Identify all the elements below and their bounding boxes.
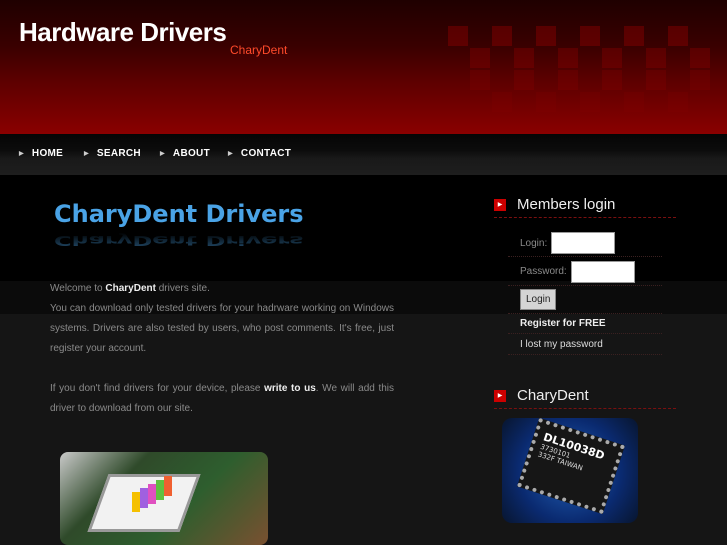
checker-square xyxy=(536,26,556,46)
checker-square xyxy=(492,92,512,112)
bullet-icon: ▶ xyxy=(494,198,506,211)
arrow-icon: ▶ xyxy=(19,151,24,157)
nav-search[interactable]: ▶ SEARCH xyxy=(84,148,141,159)
checker-square xyxy=(690,48,710,68)
checker-square xyxy=(624,26,644,46)
checker-square xyxy=(536,92,556,112)
checker-square xyxy=(668,26,688,46)
members-login-heading: ▶ Members login xyxy=(494,196,676,218)
chip-image: DL10038D 3730101 332F TAIWAN xyxy=(502,418,638,523)
intro-text: You can download only tested drivers for… xyxy=(50,303,394,354)
nav-home[interactable]: ▶ HOME xyxy=(19,148,63,159)
nav-label: SEARCH xyxy=(96,148,141,159)
header: Hardware Drivers CharyDent xyxy=(0,0,727,134)
main-nav: ▶ HOME ▶ SEARCH ▶ ABOUT ▶ CONTACT xyxy=(0,134,727,177)
site-logo: CharyDent Drivers xyxy=(54,200,304,228)
checker-square xyxy=(580,92,600,112)
motherboard-image xyxy=(60,452,268,545)
site-title: Hardware Drivers xyxy=(19,17,227,47)
site-subtitle: CharyDent xyxy=(230,43,288,57)
checker-square xyxy=(602,70,622,90)
request-text: If you don't find drivers for your devic… xyxy=(50,383,395,414)
register-link[interactable]: Register for FREE xyxy=(508,313,662,334)
lost-password-link[interactable]: I lost my password xyxy=(508,334,662,355)
checker-square xyxy=(580,26,600,46)
write-to-us-link[interactable]: write to us xyxy=(264,383,316,394)
nav-contact[interactable]: ▶ CONTACT xyxy=(228,148,291,159)
password-label: Password: xyxy=(520,266,567,277)
checker-square xyxy=(558,70,578,90)
checker-square xyxy=(602,48,622,68)
checker-square xyxy=(492,26,512,46)
charydent-heading: ▶ CharyDent xyxy=(494,387,676,409)
checker-square xyxy=(448,26,468,46)
password-input[interactable] xyxy=(570,260,635,283)
login-input[interactable] xyxy=(551,232,616,254)
nav-about[interactable]: ▶ ABOUT xyxy=(160,148,210,159)
nav-label: HOME xyxy=(31,148,64,159)
login-button-row: Login xyxy=(508,286,662,314)
checker-square xyxy=(646,70,666,90)
welcome-text: Welcome to CharyDent drivers site. xyxy=(50,283,210,294)
login-button[interactable]: Login xyxy=(520,289,557,310)
checker-square xyxy=(624,92,644,112)
login-label: Login: xyxy=(520,237,548,249)
checker-square xyxy=(514,48,534,68)
bullet-icon: ▶ xyxy=(494,389,506,402)
arrow-icon: ▶ xyxy=(84,151,89,157)
checker-square xyxy=(470,48,490,68)
main-content: Welcome to CharyDent drivers site. You c… xyxy=(50,279,394,439)
nav-label: CONTACT xyxy=(240,148,292,159)
checker-square xyxy=(514,70,534,90)
nav-label: ABOUT xyxy=(172,148,210,159)
arrow-icon: ▶ xyxy=(160,151,165,157)
login-row: Login: xyxy=(508,230,662,257)
checker-square xyxy=(690,70,710,90)
checker-square xyxy=(646,48,666,68)
site-logo-reflection: CharyDent Drivers xyxy=(54,232,304,248)
password-row: Password: xyxy=(508,258,662,286)
checker-square xyxy=(558,48,578,68)
checker-square xyxy=(470,70,490,90)
arrow-icon: ▶ xyxy=(228,151,233,157)
checker-square xyxy=(668,92,688,112)
